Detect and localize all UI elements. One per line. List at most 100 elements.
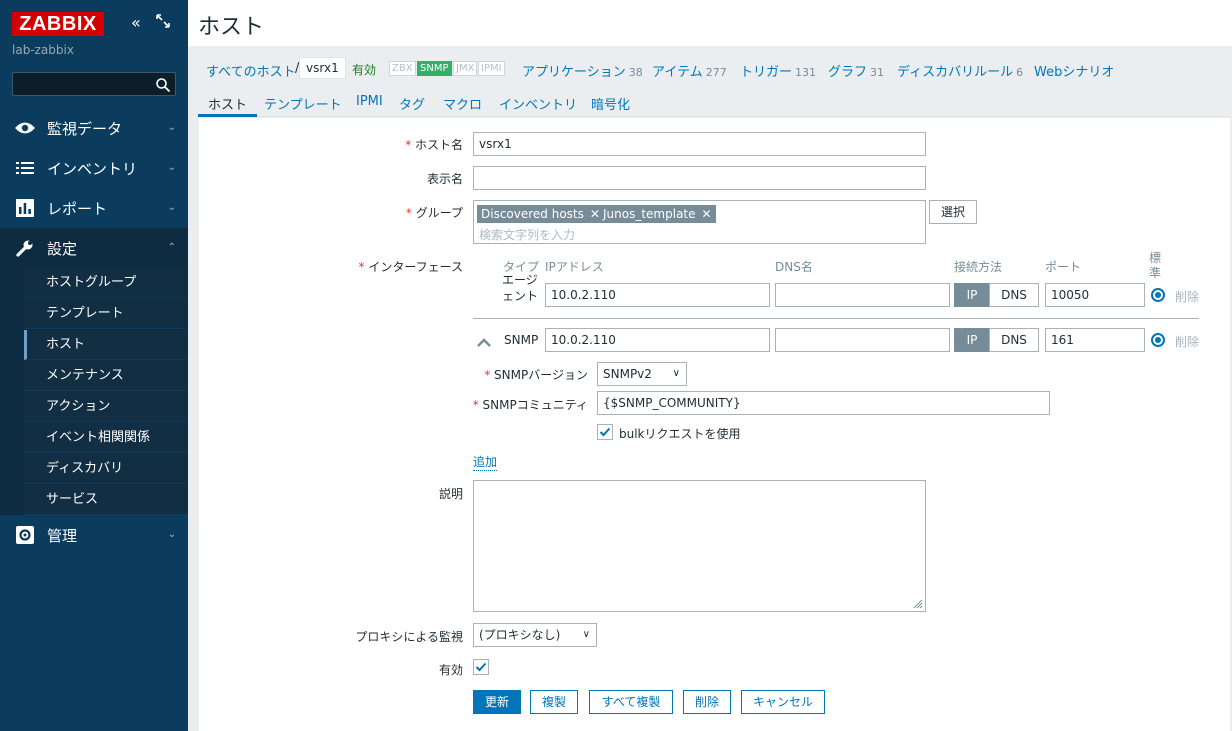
chevron-down-icon: ∨ [672,368,680,379]
interfaces-label: * インターフェース [358,260,463,274]
description-label: 説明 [438,487,463,501]
menu-administration[interactable]: 管理 ⌄ [0,515,188,555]
menu-configuration[interactable]: 設定 ⌃ [0,228,188,268]
link-applications[interactable]: アプリケーション 38 [522,61,643,80]
tab-encryption[interactable]: 暗号化 [591,94,630,113]
interface-divider [473,318,1199,319]
tab-ipmi[interactable]: IPMI [356,94,383,109]
tab-tags[interactable]: タグ [399,94,425,113]
enabled-checkbox[interactable] [473,659,489,675]
submenu-event-correlation[interactable]: イベント相関関係 [24,423,188,453]
proxy-select[interactable]: (プロキシなし) ∨ [473,623,597,647]
submenu-maintenance[interactable]: メンテナンス [24,361,188,391]
menu-reports[interactable]: レポート ⌄ [0,188,188,228]
host-name-label: * ホスト名 [405,138,463,152]
page-title: ホスト [198,15,265,40]
bulk-requests-label: bulkリクエストを使用 [619,427,741,441]
wrench-icon [13,239,37,257]
submenu-actions[interactable]: アクション [24,392,188,422]
submenu-host-groups[interactable]: ホストグループ [24,268,188,298]
agent-connect-ip-button[interactable]: IP [954,283,990,307]
delete-button[interactable]: 削除 [683,690,731,714]
clone-button[interactable]: 複製 [530,690,578,714]
groups-search-placeholder[interactable]: 検索文字列を入力 [479,224,575,246]
iface-header-connect: 接続方法 [954,260,1003,274]
menu-label: 監視データ [47,119,123,138]
availability-ipmi: IPMI [478,61,505,76]
link-triggers[interactable]: トリガー 131 [740,61,816,80]
cancel-button[interactable]: キャンセル [741,690,825,714]
snmp-default-radio[interactable] [1151,333,1165,347]
snmp-community-label: * SNMPコミュニティ [472,398,588,412]
iface-agent-type: エージェント [502,273,539,303]
iface-snmp-type: SNMP [504,333,539,347]
snmp-connect-ip-button[interactable]: IP [954,328,990,352]
search-icon[interactable] [155,77,171,93]
kiosk-mode-icon[interactable] [156,14,170,28]
update-button[interactable]: 更新 [473,690,521,714]
host-name-input[interactable]: vsrx1 [473,132,926,156]
agent-remove-link[interactable]: 削除 [1175,288,1199,305]
add-interface-link[interactable]: 追加 [473,453,498,471]
submenu-templates[interactable]: テンプレート [24,299,188,329]
snmp-dns-input[interactable] [775,328,950,352]
resize-grip-icon[interactable] [911,597,923,609]
menu-label: レポート [47,199,108,218]
enabled-label: 有効 [438,663,463,677]
server-name: lab-zabbix [12,43,74,57]
sidebar: ZABBIX « lab-zabbix 監視データ ⌄ インベントリ ⌄ レポー… [0,0,188,731]
link-discovery-rules[interactable]: ディスカバリルール 6 [897,61,1023,80]
link-items[interactable]: アイテム 277 [652,61,727,80]
availability-snmp: SNMP [417,61,452,76]
iface-header-port: ポート [1045,260,1082,274]
agent-connect-dns-button[interactable]: DNS [989,283,1039,307]
visible-name-input[interactable] [473,166,926,190]
submenu-services[interactable]: サービス [24,485,188,515]
visible-name-label: 表示名 [426,172,463,186]
snmp-port-input[interactable]: 161 [1045,328,1145,352]
menu-label: 管理 [47,526,78,545]
group-chip: Junos_template ✕ [599,205,716,223]
description-textarea[interactable] [473,480,926,612]
agent-default-radio[interactable] [1151,288,1165,302]
menu-monitoring[interactable]: 監視データ ⌄ [0,108,188,148]
collapse-snmp-icon[interactable] [477,337,491,347]
submenu-discovery[interactable]: ディスカバリ [24,454,188,484]
chevron-down-icon: ∨ [582,629,590,640]
tab-inventory[interactable]: インベントリ [499,94,577,113]
snmp-connect-dns-button[interactable]: DNS [989,328,1039,352]
snmp-version-select[interactable]: SNMPv2 ∨ [597,362,687,386]
proxy-label: プロキシによる監視 [355,630,463,644]
collapse-sidebar-icon[interactable]: « [131,14,141,32]
groups-multiselect[interactable]: Discovered hosts ✕ Junos_template ✕ 検索文字列を… [473,200,926,244]
remove-chip-icon[interactable]: ✕ [702,207,712,221]
iface-header-dns: DNS名 [775,260,813,274]
snmp-community-input[interactable]: {$SNMP_COMMUNITY} [597,391,1050,415]
tab-macros[interactable]: マクロ [443,94,482,113]
eye-icon [13,119,37,137]
agent-ip-input[interactable]: 10.0.2.110 [545,283,770,307]
tab-host[interactable]: ホスト [198,87,258,117]
bulk-requests-checkbox[interactable] [597,424,613,440]
groups-label: * グループ [405,206,463,220]
chevron-down-icon: ⌄ [167,162,176,173]
list-icon [13,159,37,177]
sidebar-search-input[interactable] [12,72,176,96]
breadcrumb-all-hosts[interactable]: すべてのホスト [206,61,296,80]
submenu-hosts[interactable]: ホスト [24,330,188,360]
agent-port-input[interactable]: 10050 [1045,283,1145,307]
agent-dns-input[interactable] [775,283,950,307]
tab-templates[interactable]: テンプレート [264,94,342,113]
select-groups-button[interactable]: 選択 [929,200,977,224]
snmp-remove-link[interactable]: 削除 [1175,333,1199,350]
link-web-scenarios[interactable]: Webシナリオ [1034,61,1114,80]
zabbix-logo[interactable]: ZABBIX [12,12,104,36]
host-breadcrumb: すべてのホスト / vsrx1 有効 ZBX SNMP JMX IPMI アプリ… [198,55,1230,83]
snmp-ip-input[interactable]: 10.0.2.110 [545,328,770,352]
page-header: ホスト [188,0,1232,46]
full-clone-button[interactable]: すべて複製 [589,690,673,714]
menu-inventory[interactable]: インベントリ ⌄ [0,148,188,188]
host-status[interactable]: 有効 [352,61,376,78]
snmp-version-label: * SNMPバージョン [484,368,588,382]
link-graphs[interactable]: グラフ 31 [828,61,884,80]
